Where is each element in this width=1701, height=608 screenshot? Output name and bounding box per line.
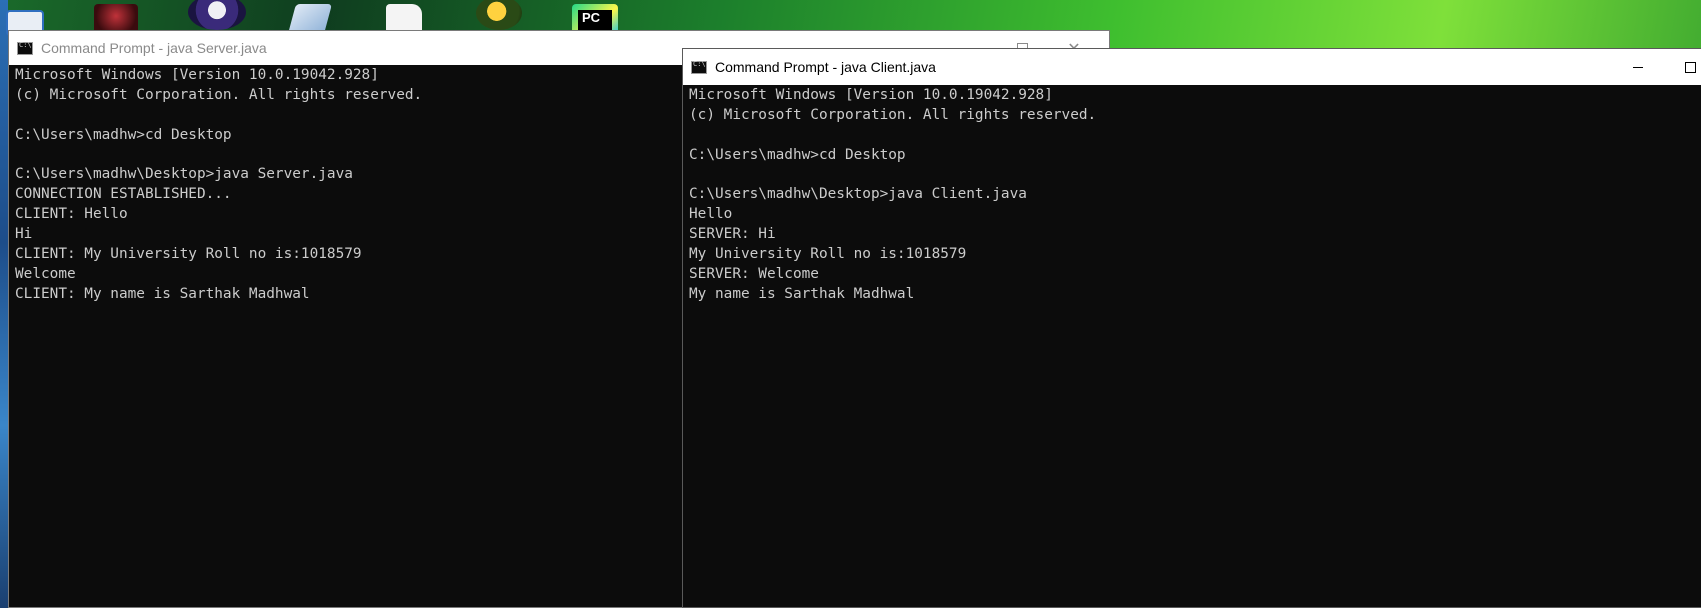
console-line: SERVER: Hi <box>689 226 776 243</box>
console-line: SERVER: Welcome <box>689 266 819 283</box>
console-line: Hello <box>689 206 733 223</box>
client-window-title: Command Prompt - java Client.java <box>715 59 936 75</box>
client-maximize-button[interactable] <box>1667 49 1701 85</box>
command-prompt-icon <box>17 41 33 55</box>
client-titlebar[interactable]: Command Prompt - java Client.java <box>683 49 1701 85</box>
server-window-title: Command Prompt - java Server.java <box>41 40 267 56</box>
console-line: Microsoft Windows [Version 10.0.19042.92… <box>689 87 1053 103</box>
console-line: My University Roll no is:1018579 <box>689 246 967 263</box>
command-prompt-icon <box>691 60 707 74</box>
client-window[interactable]: Command Prompt - java Client.java Micros… <box>682 48 1701 608</box>
eclipse-icon[interactable] <box>188 0 246 30</box>
client-minimize-button[interactable] <box>1615 49 1661 85</box>
console-line: My name is Sarthak Madhwal <box>689 285 915 302</box>
app-icon[interactable] <box>476 0 522 30</box>
console-line: (c) Microsoft Corporation. All rights re… <box>689 106 1097 123</box>
console-line: C:\Users\madhw\Desktop>java Client.java <box>689 186 1027 203</box>
desktop-left-edge <box>0 0 8 608</box>
client-console-output[interactable]: Microsoft Windows [Version 10.0.19042.92… <box>683 85 1701 607</box>
console-line: C:\Users\madhw>cd Desktop <box>689 146 906 163</box>
